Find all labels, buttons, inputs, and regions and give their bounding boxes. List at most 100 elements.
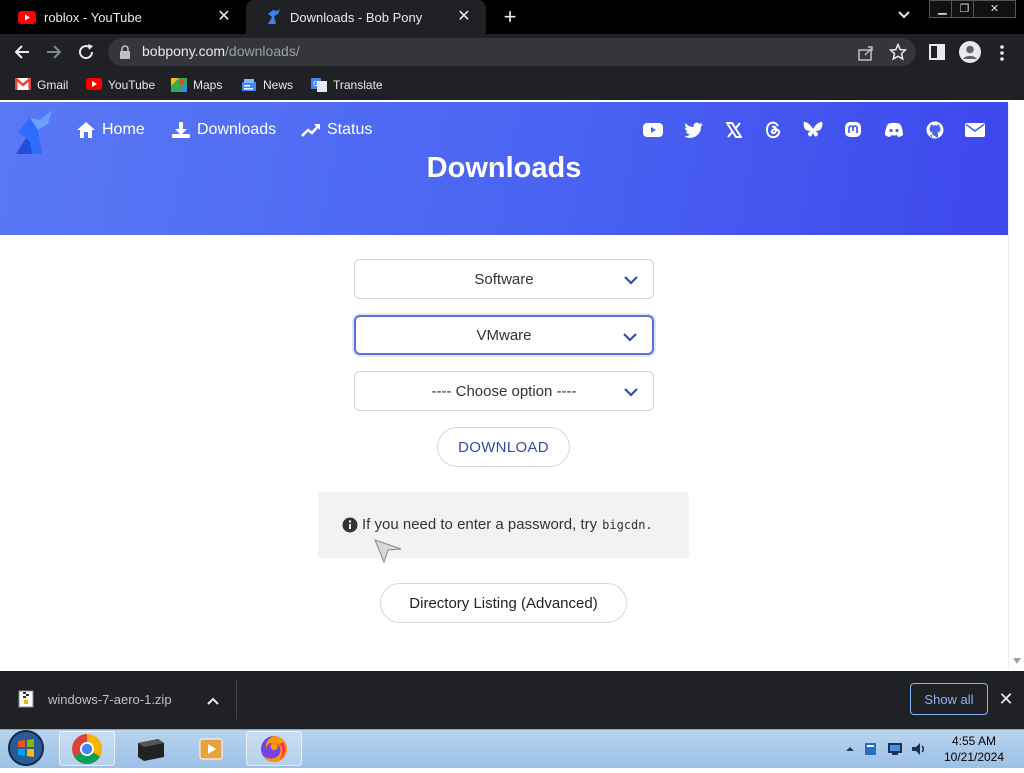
discord-icon[interactable]	[884, 120, 904, 140]
directory-listing-button[interactable]: Directory Listing (Advanced)	[380, 583, 627, 623]
close-tab-icon[interactable]: ✕	[456, 9, 472, 25]
network-icon[interactable]	[887, 741, 903, 757]
taskbar-terminal[interactable]	[122, 731, 178, 766]
trending-up-icon	[301, 121, 321, 139]
firefox-icon	[261, 735, 287, 762]
bobpony-icon	[264, 8, 282, 26]
product-select[interactable]: VMware	[354, 315, 654, 355]
bookmark-maps[interactable]: Maps	[171, 76, 222, 94]
tab-title: Downloads - Bob Pony	[290, 9, 423, 25]
info-icon	[342, 517, 358, 533]
chevron-down-icon	[623, 272, 639, 288]
taskbar-clock[interactable]: 4:55 AM 10/21/2024	[938, 733, 1010, 765]
page-title: Downloads	[426, 152, 582, 184]
youtube-icon	[86, 78, 102, 92]
maps-icon	[171, 78, 187, 92]
chevron-down-icon	[622, 329, 638, 345]
bluesky-icon[interactable]	[803, 120, 823, 140]
bookmark-news[interactable]: News	[241, 76, 293, 94]
nav-label: Home	[102, 121, 145, 138]
zip-file-icon	[18, 690, 34, 708]
tab-search-icon[interactable]	[893, 8, 915, 26]
hero-header: Home Downloads Status Downloads	[0, 102, 1008, 235]
show-hidden-icons-icon[interactable]	[845, 741, 855, 757]
forward-icon[interactable]	[40, 38, 68, 66]
gmail-icon	[14, 77, 32, 92]
youtube-social-icon[interactable]	[643, 120, 663, 140]
scroll-down-arrow-icon[interactable]	[1013, 658, 1021, 664]
download-item[interactable]: windows-7-aero-1.zip	[18, 690, 172, 708]
close-shelf-icon[interactable]: ✕	[996, 689, 1016, 709]
bookmark-label: YouTube	[108, 78, 156, 92]
url-host: bobpony.com	[142, 43, 226, 59]
nav-status[interactable]: Status	[301, 119, 372, 141]
system-tray	[845, 736, 935, 762]
tab-roblox-youtube[interactable]: roblox - YouTube ✕	[0, 0, 246, 34]
youtube-icon	[18, 8, 36, 26]
bobpony-logo-icon[interactable]	[12, 108, 62, 156]
mouse-cursor-icon	[373, 535, 403, 565]
threads-icon[interactable]	[763, 120, 783, 140]
profile-avatar-icon[interactable]	[959, 41, 981, 63]
taskbar-media-player[interactable]	[183, 731, 239, 766]
email-icon[interactable]	[965, 120, 985, 140]
download-icon	[171, 121, 191, 139]
chevron-down-icon	[623, 384, 639, 400]
bookmark-label: News	[263, 78, 294, 92]
reload-icon[interactable]	[72, 38, 100, 66]
web-page: Home Downloads Status Downloads Software…	[0, 102, 1008, 670]
nav-label: Status	[327, 121, 373, 138]
volume-icon[interactable]	[911, 741, 927, 757]
page-scrollbar[interactable]	[1008, 102, 1024, 670]
version-select[interactable]: ---- Choose option ----	[354, 371, 654, 411]
taskbar-firefox[interactable]	[246, 731, 302, 766]
back-icon[interactable]	[8, 38, 36, 66]
twitter-icon[interactable]	[684, 120, 704, 140]
side-panel-icon[interactable]	[929, 44, 945, 60]
tab-downloads-bob-pony[interactable]: Downloads - Bob Pony ✕	[246, 0, 486, 34]
home-icon	[76, 121, 96, 139]
x-icon[interactable]	[724, 120, 744, 140]
lock-icon[interactable]	[119, 45, 131, 59]
start-button[interactable]	[6, 729, 46, 768]
bookmark-label: Maps	[193, 78, 223, 92]
bookmark-translate[interactable]: G Translate	[311, 76, 383, 94]
chrome-icon	[72, 733, 103, 764]
nav-home[interactable]: Home	[76, 119, 145, 141]
product-select-value: VMware	[476, 326, 532, 344]
notice-password-code: bigcdn.	[602, 517, 653, 532]
media-player-icon	[199, 738, 223, 759]
url-text[interactable]: bobpony.com/downloads/	[142, 43, 300, 59]
bookmark-youtube[interactable]: YouTube	[86, 76, 155, 94]
tab-title: roblox - YouTube	[44, 9, 142, 25]
bookmark-label: Translate	[333, 78, 383, 92]
category-select[interactable]: Software	[354, 259, 654, 299]
bookmark-gmail[interactable]: Gmail	[14, 76, 69, 94]
show-all-downloads-button[interactable]: Show all	[910, 683, 988, 715]
notice-text: If you need to enter a password, try	[362, 516, 598, 533]
nav-downloads[interactable]: Downloads	[171, 119, 276, 141]
svg-text:G: G	[313, 80, 318, 88]
url-path: /downloads/	[225, 43, 300, 59]
bookmark-label: Gmail	[37, 78, 69, 92]
mastodon-icon[interactable]	[843, 120, 863, 140]
category-select-value: Software	[474, 270, 534, 288]
close-window-icon[interactable]: ✕	[973, 0, 1016, 18]
close-tab-icon[interactable]: ✕	[216, 9, 232, 25]
github-icon[interactable]	[925, 120, 945, 140]
chevron-up-icon[interactable]	[206, 694, 220, 706]
version-select-value: ---- Choose option ----	[431, 382, 577, 400]
notice-content: If you need to enter a password, try big…	[342, 516, 653, 533]
nav-label: Downloads	[197, 121, 277, 138]
bookmark-star-icon[interactable]	[888, 42, 908, 61]
terminal-icon	[138, 738, 164, 761]
action-center-icon[interactable]	[863, 741, 879, 757]
download-button[interactable]: DOWNLOAD	[437, 427, 570, 467]
menu-kebab-icon[interactable]	[996, 43, 1008, 63]
clock-date: 10/21/2024	[943, 750, 1005, 764]
taskbar-chrome[interactable]	[59, 731, 115, 766]
download-file-name: windows-7-aero-1.zip	[48, 691, 172, 707]
shelf-divider	[236, 679, 237, 719]
new-tab-icon[interactable]: +	[498, 5, 522, 29]
share-icon[interactable]	[857, 44, 875, 62]
